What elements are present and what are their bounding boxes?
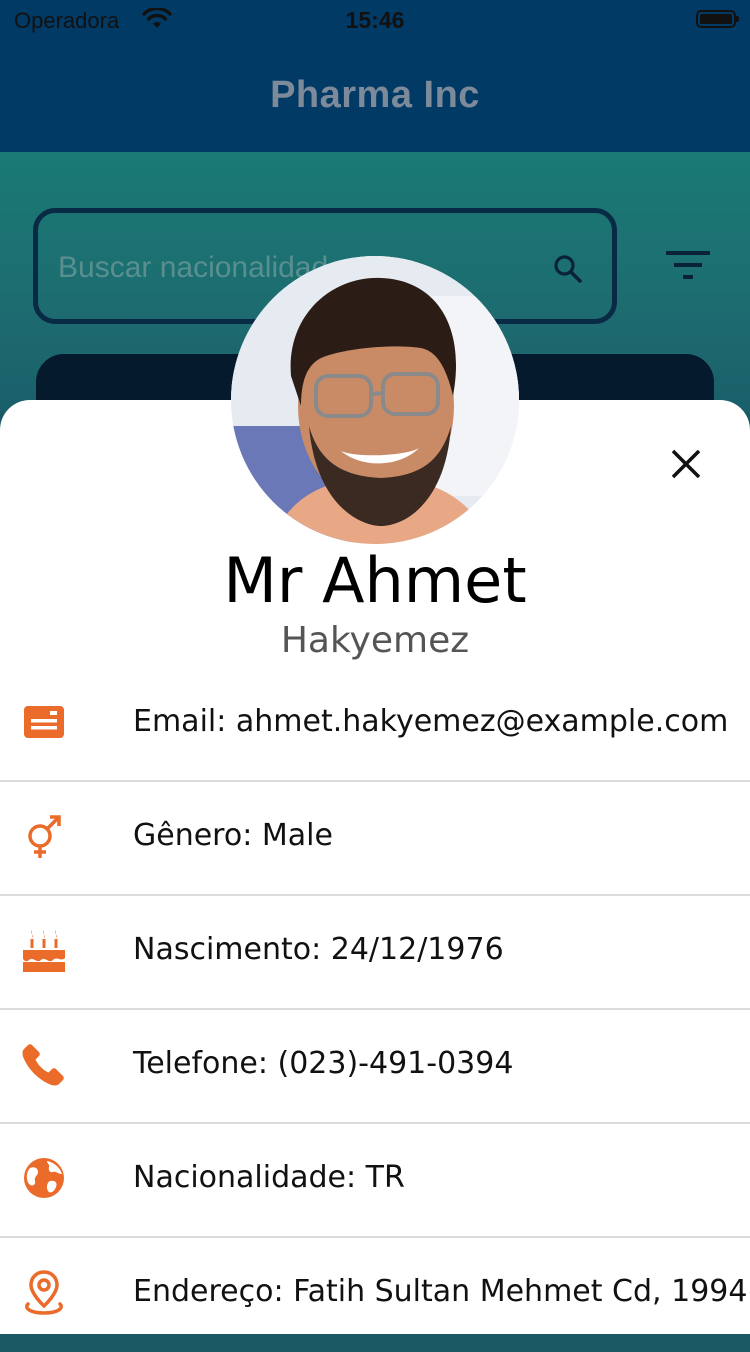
gender-icon xyxy=(20,812,68,860)
list-item: Email: ahmet.hakyemez@example.com xyxy=(0,668,750,782)
email-text: Email: ahmet.hakyemez@example.com xyxy=(133,704,729,739)
address-text: Endereço: Fatih Sultan Mehmet Cd, 1994 xyxy=(133,1274,748,1309)
close-button[interactable] xyxy=(664,442,708,486)
avatar xyxy=(231,256,519,544)
globe-icon xyxy=(20,1154,68,1202)
app-title: Pharma Inc xyxy=(270,74,480,116)
battery-icon xyxy=(696,10,739,28)
search-icon[interactable] xyxy=(552,253,584,290)
nationality-text: Nacionalidade: TR xyxy=(133,1160,405,1195)
app-bar: Pharma Inc xyxy=(0,40,750,152)
close-icon xyxy=(671,449,701,479)
status-bar: Operadora 15:46 xyxy=(0,0,750,40)
list-item: Endereço: Fatih Sultan Mehmet Cd, 1994 xyxy=(0,1238,750,1352)
list-item: Gênero: Male xyxy=(0,782,750,896)
profile-first-name: Mr Ahmet xyxy=(223,544,527,617)
phone-text: Telefone: (023)-491-0394 xyxy=(133,1046,514,1081)
clock: 15:46 xyxy=(345,7,405,33)
birthday-cake-icon xyxy=(20,926,68,974)
birthdate-text: Nascimento: 24/12/1976 xyxy=(133,932,504,967)
list-item: Nascimento: 24/12/1976 xyxy=(0,896,750,1010)
list-item: Nacionalidade: TR xyxy=(0,1124,750,1238)
email-card-icon xyxy=(20,698,68,746)
list-item: Telefone: (023)-491-0394 xyxy=(0,1010,750,1124)
phone-icon xyxy=(20,1040,68,1088)
location-pin-icon xyxy=(20,1268,68,1316)
gender-text: Gênero: Male xyxy=(133,818,333,853)
filter-icon[interactable] xyxy=(664,248,712,287)
profile-last-name: Hakyemez xyxy=(280,620,470,661)
